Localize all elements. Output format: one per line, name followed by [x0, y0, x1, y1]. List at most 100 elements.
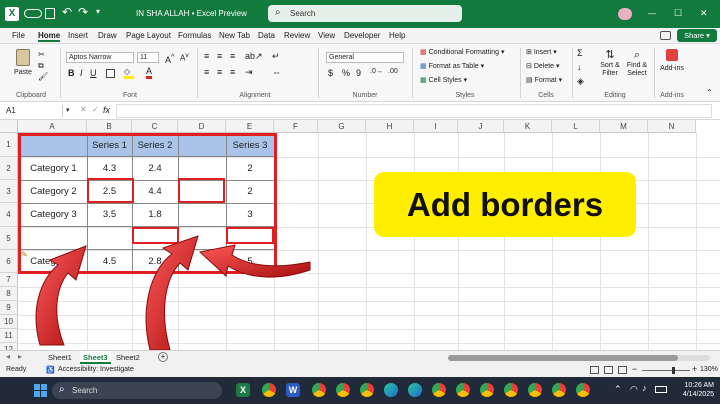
font-color-icon[interactable]: A: [146, 67, 153, 79]
formula-input[interactable]: [116, 104, 712, 118]
align-top-icon[interactable]: ≡: [204, 51, 209, 61]
chrome-icon[interactable]: [262, 383, 276, 397]
status-accessibility[interactable]: Accessibility: Investigate: [58, 366, 134, 373]
add-sheet-icon[interactable]: +: [158, 352, 168, 362]
currency-icon[interactable]: $: [328, 68, 333, 78]
battery-icon[interactable]: [655, 386, 667, 393]
worksheet-grid[interactable]: ABCDEFGHIJKLMN 1234567891011121314 Serie…: [0, 120, 720, 350]
chrome-icon-11[interactable]: [576, 383, 590, 397]
fill-icon[interactable]: ↓: [577, 62, 582, 72]
tab-insert[interactable]: Insert: [68, 31, 88, 40]
chrome-icon-4[interactable]: [360, 383, 374, 397]
volume-icon[interactable]: ♪: [642, 383, 647, 393]
insert-function-icon[interactable]: fx: [103, 105, 110, 115]
chrome-icon-9[interactable]: [528, 383, 542, 397]
tab-home[interactable]: Home: [38, 31, 61, 42]
paste-icon[interactable]: [16, 49, 30, 66]
column-header-K[interactable]: K: [504, 120, 552, 133]
cell-styles-button[interactable]: ▦ Cell Styles ▾: [420, 76, 467, 84]
page-layout-view-icon[interactable]: [604, 366, 613, 374]
comments-icon[interactable]: [660, 31, 671, 40]
wrap-text-icon[interactable]: ↵: [272, 51, 280, 62]
close-button[interactable]: ✕: [700, 8, 708, 19]
column-header-I[interactable]: I: [414, 120, 458, 133]
share-button[interactable]: Share ▾: [677, 29, 717, 42]
italic-button[interactable]: I: [80, 68, 83, 78]
column-header-M[interactable]: M: [600, 120, 648, 133]
copy-icon[interactable]: ⧉: [38, 61, 44, 71]
search-box[interactable]: ⌕ Search: [268, 5, 462, 22]
align-left-icon[interactable]: ≡: [204, 67, 209, 77]
edge-icon[interactable]: [384, 383, 398, 397]
normal-view-icon[interactable]: [590, 366, 599, 374]
page-break-view-icon[interactable]: [618, 366, 627, 374]
delete-cells-button[interactable]: ⊟ Delete ▾: [526, 62, 560, 70]
tab-data[interactable]: Data: [258, 31, 275, 40]
tab-page-layout[interactable]: Page Layout: [126, 31, 171, 40]
sheet-nav-next-icon[interactable]: ▸: [18, 352, 22, 361]
borders-icon[interactable]: [106, 69, 115, 78]
column-header-H[interactable]: H: [366, 120, 414, 133]
shrink-font-icon[interactable]: Av: [180, 52, 189, 63]
align-right-icon[interactable]: ≡: [230, 67, 235, 77]
zoom-level[interactable]: 130%: [700, 366, 718, 373]
font-size-select[interactable]: 11: [137, 52, 159, 63]
tab-view[interactable]: View: [318, 31, 335, 40]
excel-taskbar-icon[interactable]: X: [236, 383, 250, 397]
align-middle-icon[interactable]: ≡: [217, 51, 222, 61]
tab-formulas[interactable]: Formulas: [178, 31, 211, 40]
clock[interactable]: 10:26 AM 4/14/2025: [676, 381, 714, 399]
namebox-dropdown-icon[interactable]: ▾: [66, 106, 70, 114]
sheet-nav-prev-icon[interactable]: ◂: [6, 352, 10, 361]
cancel-icon[interactable]: ✕: [80, 105, 87, 114]
column-header-N[interactable]: N: [648, 120, 696, 133]
paste-button[interactable]: Paste: [14, 69, 32, 76]
zoom-slider[interactable]: [642, 367, 690, 374]
edge-icon-2[interactable]: [408, 383, 422, 397]
collapse-ribbon-icon[interactable]: ⌃: [706, 88, 713, 97]
redo-icon[interactable]: ↷: [78, 5, 88, 19]
format-cells-button[interactable]: ▤ Format ▾: [526, 76, 562, 84]
customize-qat-icon[interactable]: ▾: [96, 7, 100, 16]
chrome-icon-8[interactable]: [504, 383, 518, 397]
font-name-select[interactable]: Aptos Narrow: [66, 52, 134, 63]
sort-filter-button[interactable]: ⇅ Sort & Filter: [598, 48, 622, 78]
tab-new-tab[interactable]: New Tab: [219, 31, 250, 40]
chrome-icon-10[interactable]: [552, 383, 566, 397]
chrome-icon-5[interactable]: [432, 383, 446, 397]
find-select-button[interactable]: ⌕ Find & Select: [624, 48, 650, 78]
tab-developer[interactable]: Developer: [344, 31, 380, 40]
insert-cells-button[interactable]: ⊞ Insert ▾: [526, 48, 557, 56]
tab-file[interactable]: File: [12, 31, 25, 40]
addins-button[interactable]: Add-ins: [659, 48, 685, 72]
zoom-in-icon[interactable]: +: [692, 364, 697, 374]
conditional-formatting-button[interactable]: ▦ Conditional Formatting ▾: [420, 48, 504, 56]
chrome-icon-7[interactable]: [480, 383, 494, 397]
tab-help[interactable]: Help: [389, 31, 405, 40]
autosum-icon[interactable]: Σ: [577, 48, 583, 58]
indent-icon[interactable]: ⇥: [245, 67, 253, 78]
sheet-tab-sheet3[interactable]: Sheet3: [80, 351, 111, 364]
format-as-table-button[interactable]: ▦ Format as Table ▾: [420, 62, 484, 70]
column-header-L[interactable]: L: [552, 120, 600, 133]
name-box[interactable]: A1: [3, 105, 63, 117]
save-icon[interactable]: [45, 8, 55, 19]
zoom-out-icon[interactable]: −: [632, 364, 637, 374]
underline-button[interactable]: U: [90, 68, 97, 78]
merge-center-icon[interactable]: ⇔: [272, 67, 281, 77]
chrome-icon-3[interactable]: [336, 383, 350, 397]
align-bottom-icon[interactable]: ≡: [230, 51, 235, 61]
align-center-icon[interactable]: ≡: [217, 67, 222, 77]
account-avatar[interactable]: [618, 8, 632, 20]
word-icon[interactable]: W: [286, 383, 300, 397]
column-header-G[interactable]: G: [318, 120, 366, 133]
decrease-decimal-icon[interactable]: .00: [388, 68, 398, 75]
number-format-select[interactable]: General: [326, 52, 404, 63]
maximize-button[interactable]: ☐: [674, 8, 682, 19]
chrome-icon-2[interactable]: [312, 383, 326, 397]
undo-icon[interactable]: ↶: [62, 5, 72, 19]
format-painter-icon[interactable]: 🖌: [38, 72, 48, 81]
comma-icon[interactable]: 9: [356, 68, 361, 78]
sheet-tab-sheet1[interactable]: Sheet1: [48, 353, 72, 362]
chrome-icon-6[interactable]: [456, 383, 470, 397]
